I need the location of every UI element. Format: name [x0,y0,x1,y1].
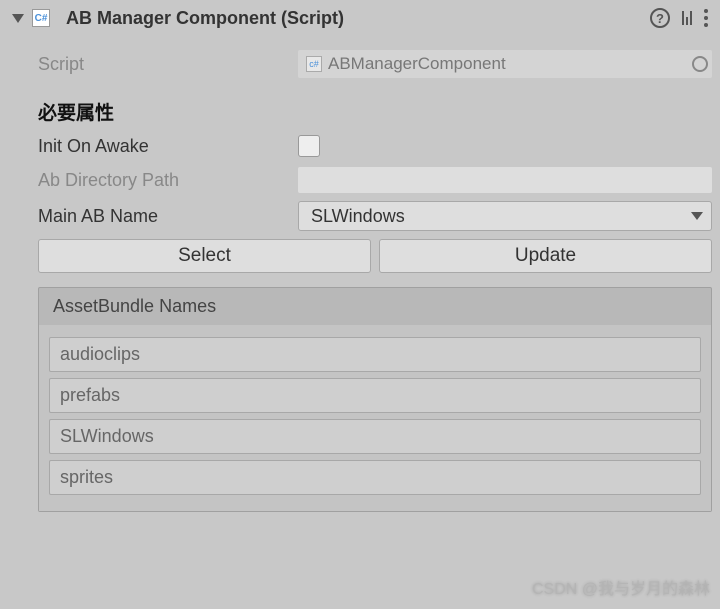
main-ab-label: Main AB Name [38,206,298,227]
list-item[interactable]: SLWindows [49,419,701,454]
ab-dir-label: Ab Directory Path [38,170,298,191]
ab-dir-field[interactable] [298,167,712,193]
chevron-down-icon [691,212,703,220]
csharp-icon: c# [306,56,322,72]
component-title: AB Manager Component (Script) [66,8,650,29]
component-body: Script c# ABManagerComponent 必要属性 Init O… [0,36,720,522]
main-ab-value: SLWindows [311,206,405,227]
section-title: 必要属性 [38,98,720,125]
select-button[interactable]: Select [38,239,371,273]
list-item[interactable]: sprites [49,460,701,495]
list-item[interactable]: prefabs [49,378,701,413]
watermark: CSDN @我与岁月的森林 [532,575,710,599]
list-title: AssetBundle Names [39,288,711,325]
component-header: C# AB Manager Component (Script) ? [0,0,720,36]
foldout-toggle[interactable] [12,14,24,23]
script-label: Script [38,54,298,75]
update-button[interactable]: Update [379,239,712,273]
assetbundle-list: AssetBundle Names audioclips prefabs SLWin… [38,287,712,512]
csharp-icon: C# [32,9,50,27]
init-on-awake-label: Init On Awake [38,136,298,157]
object-picker-icon[interactable] [692,56,708,72]
kebab-menu-icon[interactable] [704,9,708,27]
help-icon[interactable]: ? [650,8,670,28]
preset-icon[interactable] [682,11,692,25]
init-on-awake-checkbox[interactable] [298,135,320,157]
script-field[interactable]: c# ABManagerComponent [298,50,712,78]
script-value: ABManagerComponent [328,54,506,74]
main-ab-dropdown[interactable]: SLWindows [298,201,712,231]
list-item[interactable]: audioclips [49,337,701,372]
